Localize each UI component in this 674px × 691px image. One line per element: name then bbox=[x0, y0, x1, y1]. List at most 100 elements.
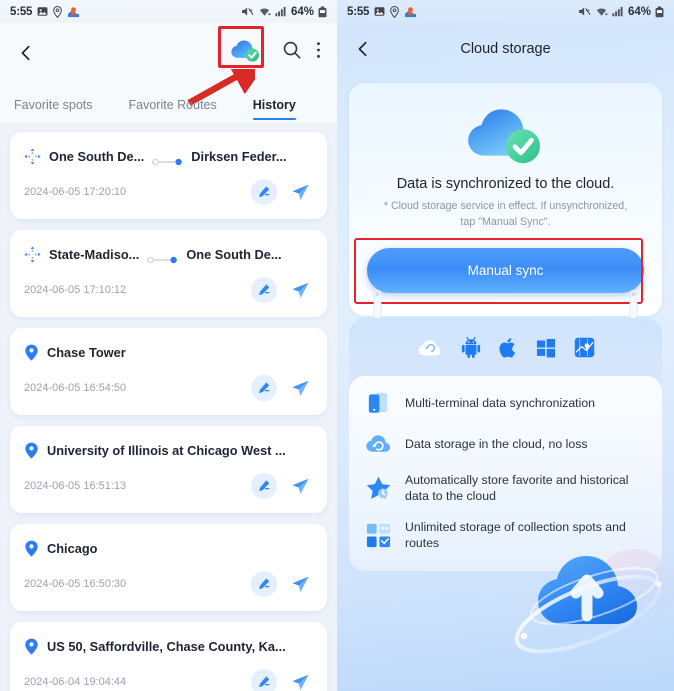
benefit-label: Automatically store favorite and histori… bbox=[405, 473, 629, 504]
dual-screenshot-container: 5:55 64% Favorite spots Favorite Routes … bbox=[0, 0, 674, 691]
battery-percent-label: 64% bbox=[290, 5, 314, 18]
battery-percent-label: 64% bbox=[627, 5, 651, 18]
battery-icon bbox=[655, 6, 664, 18]
right-screen-cloud-storage: 5:55 64% Cloud storage Data is synchroni… bbox=[337, 0, 674, 691]
list-item-timestamp: 2024-06-04 19:04:44 bbox=[24, 676, 127, 688]
more-options-button[interactable] bbox=[316, 40, 321, 65]
list-item-timestamp: 2024-06-05 17:20:10 bbox=[24, 186, 127, 198]
list-item-footer: 2024-06-05 16:50:30 bbox=[24, 571, 313, 597]
mute-icon bbox=[241, 6, 254, 17]
status-bar-left: 5:55 bbox=[347, 6, 417, 18]
edit-button[interactable] bbox=[251, 669, 277, 691]
map-person-icon bbox=[67, 6, 80, 18]
history-list[interactable]: One South De... Dirksen Feder... 2024-06… bbox=[0, 123, 337, 691]
pencil-icon bbox=[259, 186, 270, 198]
navigate-button[interactable] bbox=[287, 277, 313, 303]
status-bar-right: 64% bbox=[578, 6, 664, 18]
status-bar-time: 5:55 bbox=[10, 5, 33, 18]
edit-button[interactable] bbox=[251, 277, 277, 303]
sync-note-text: * Cloud storage service in effect. If un… bbox=[383, 200, 628, 228]
navigate-button[interactable] bbox=[287, 375, 313, 401]
list-item-actions bbox=[251, 277, 313, 303]
pencil-icon bbox=[259, 578, 270, 590]
edit-button[interactable] bbox=[251, 473, 277, 499]
tab-favorite-spots[interactable]: Favorite spots bbox=[14, 98, 93, 123]
status-bar: 5:55 64% bbox=[337, 0, 674, 23]
back-button[interactable] bbox=[14, 41, 38, 65]
navigate-button[interactable] bbox=[287, 179, 313, 205]
route-origin-label: One South De... bbox=[49, 149, 145, 164]
spot-title-label: Chicago bbox=[47, 541, 98, 556]
list-item-timestamp: 2024-06-05 17:10:12 bbox=[24, 284, 127, 296]
tab-favorite-routes[interactable]: Favorite Routes bbox=[129, 98, 217, 123]
benefit-item: Automatically store favorite and histori… bbox=[365, 472, 646, 505]
list-item[interactable]: One South De... Dirksen Feder... 2024-06… bbox=[10, 132, 327, 219]
devices-icon bbox=[365, 390, 392, 417]
spot-title-label: University of Illinois at Chicago West .… bbox=[47, 443, 286, 458]
app-bar-actions bbox=[218, 26, 323, 72]
status-bar-left: 5:55 bbox=[10, 6, 80, 18]
status-bar-time: 5:55 bbox=[347, 5, 370, 18]
search-button[interactable] bbox=[282, 40, 302, 65]
photo-icon bbox=[374, 6, 385, 17]
edit-button[interactable] bbox=[251, 571, 277, 597]
cloud-check-icon bbox=[467, 109, 540, 164]
list-item-footer: 2024-06-04 19:04:44 bbox=[24, 669, 313, 691]
list-item-timestamp: 2024-06-05 16:51:13 bbox=[24, 480, 127, 492]
grid-storage-icon bbox=[365, 522, 392, 549]
pencil-icon bbox=[259, 284, 270, 296]
signal-icon bbox=[275, 6, 287, 17]
list-item[interactable]: US 50, Saffordville, Chase County, Ka...… bbox=[10, 622, 327, 691]
spot-title-label: US 50, Saffordville, Chase County, Ka... bbox=[47, 639, 286, 654]
search-icon bbox=[283, 41, 301, 59]
benefit-label: Data storage in the cloud, no loss bbox=[405, 437, 588, 452]
location-pin-icon bbox=[24, 344, 39, 361]
manual-sync-button[interactable]: Manual sync bbox=[367, 248, 644, 294]
list-item-actions bbox=[251, 375, 313, 401]
wifi-icon bbox=[595, 6, 608, 17]
route-move-icon bbox=[24, 246, 41, 263]
route-origin-label: State-Madiso... bbox=[49, 247, 140, 262]
list-item-header: University of Illinois at Chicago West .… bbox=[24, 442, 313, 459]
spot-title-label: Chase Tower bbox=[47, 345, 126, 360]
edit-button[interactable] bbox=[251, 179, 277, 205]
tab-history[interactable]: History bbox=[252, 98, 296, 123]
list-item-timestamp: 2024-06-05 16:54:50 bbox=[24, 382, 127, 394]
send-paper-plane-icon bbox=[292, 576, 309, 592]
list-item-actions bbox=[251, 669, 313, 691]
list-item[interactable]: Chase Tower 2024-06-05 16:54:50 bbox=[10, 328, 327, 415]
list-item-actions bbox=[251, 179, 313, 205]
list-item-header: One South De... Dirksen Feder... bbox=[24, 148, 313, 165]
list-item-actions bbox=[251, 571, 313, 597]
navigate-button[interactable] bbox=[287, 473, 313, 499]
list-item-header: Chase Tower bbox=[24, 344, 313, 361]
cloud-storage-app-bar: Cloud storage bbox=[337, 23, 674, 75]
route-connector-icon bbox=[152, 153, 183, 165]
list-item-actions bbox=[251, 473, 313, 499]
navigate-button[interactable] bbox=[287, 669, 313, 691]
edit-button[interactable] bbox=[251, 375, 277, 401]
route-destination-label: One South De... bbox=[186, 247, 282, 262]
list-item-footer: 2024-06-05 17:20:10 bbox=[24, 179, 313, 205]
list-item[interactable]: Chicago 2024-06-05 16:50:30 bbox=[10, 524, 327, 611]
location-pin-icon bbox=[53, 5, 63, 18]
benefit-label: Multi-terminal data synchronization bbox=[405, 396, 596, 411]
cloud-storage-button[interactable] bbox=[218, 26, 268, 72]
wifi-icon bbox=[258, 6, 271, 17]
list-item[interactable]: University of Illinois at Chicago West .… bbox=[10, 426, 327, 513]
send-paper-plane-icon bbox=[292, 674, 309, 690]
list-item[interactable]: State-Madiso... One South De... 2024-06-… bbox=[10, 230, 327, 317]
more-vertical-icon bbox=[317, 42, 320, 58]
list-item-footer: 2024-06-05 17:10:12 bbox=[24, 277, 313, 303]
navigate-button[interactable] bbox=[287, 571, 313, 597]
list-item-header: Chicago bbox=[24, 540, 313, 557]
photo-icon bbox=[37, 6, 48, 17]
benefit-item: Data storage in the cloud, no loss bbox=[365, 431, 646, 458]
benefits-card: Multi-terminal data synchronization Data… bbox=[349, 376, 662, 572]
location-pin-icon bbox=[390, 5, 400, 18]
platform-icons-row bbox=[349, 330, 662, 370]
page-title: Cloud storage bbox=[460, 41, 551, 57]
list-item-header: State-Madiso... One South De... bbox=[24, 246, 313, 263]
pencil-icon bbox=[259, 676, 270, 688]
benefit-item: Multi-terminal data synchronization bbox=[365, 390, 646, 417]
